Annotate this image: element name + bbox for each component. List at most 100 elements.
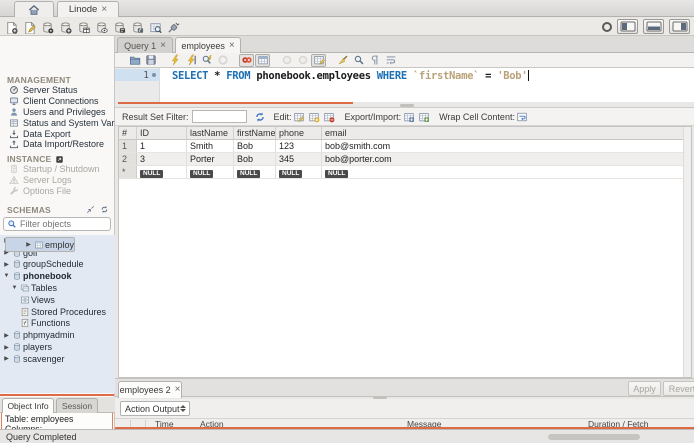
invisible-chars-button[interactable] <box>367 54 382 67</box>
tree-item-functions[interactable]: Functions <box>0 318 115 330</box>
wrap-cell-content-icon[interactable] <box>515 110 530 124</box>
table-row[interactable]: 2 3 Porter Bob 345 bob@porter.com <box>119 153 691 166</box>
grid-cell[interactable]: 3 <box>137 153 187 165</box>
create-table-button[interactable] <box>76 20 91 34</box>
grid-cell[interactable]: 123 <box>276 140 322 152</box>
open-file-button[interactable] <box>127 54 142 67</box>
chevron-collapsed-icon[interactable]: ▶ <box>2 332 11 339</box>
grid-column-header-ID[interactable]: ID <box>137 127 187 139</box>
chevron-collapsed-icon[interactable]: ▶ <box>2 344 11 351</box>
selector-spinner-icon[interactable] <box>178 403 187 414</box>
import-records-button[interactable] <box>416 110 431 124</box>
grid-cell[interactable]: Smith <box>187 140 234 152</box>
chevron-collapsed-icon[interactable]: ▶ <box>2 355 11 362</box>
revert-button[interactable]: Revert <box>663 381 694 396</box>
edit-cell-button[interactable] <box>292 110 307 124</box>
apply-button[interactable]: Apply <box>628 381 661 396</box>
tree-item-phonebook[interactable]: ▼ phonebook <box>0 270 115 282</box>
grid-column-header-phone[interactable]: phone <box>276 127 322 139</box>
grid-cell[interactable]: Bob <box>234 153 276 165</box>
grid-cell[interactable]: 345 <box>276 153 322 165</box>
sql-code-editor[interactable]: 1 SELECT * FROM phonebook.employees WHER… <box>115 67 694 103</box>
toggle-autocommit-button[interactable] <box>311 53 326 67</box>
export-recordset-button[interactable] <box>401 110 416 124</box>
sidebar-item-status-and-system-variables[interactable]: Status and System Variables <box>0 117 115 128</box>
tree-item-views[interactable]: Views <box>0 294 115 306</box>
beautify-button[interactable] <box>335 54 350 67</box>
grid-cell[interactable]: NULL <box>322 166 691 178</box>
stop-button[interactable] <box>215 54 230 67</box>
refresh-schemas-icon[interactable] <box>100 205 109 214</box>
grid-column-header-firstName[interactable]: firstName <box>234 127 276 139</box>
new-query-tab-button[interactable] <box>4 20 19 34</box>
sidebar-item-client-connections[interactable]: Client Connections <box>0 96 115 107</box>
home-tab[interactable] <box>14 1 54 17</box>
rollback-button[interactable] <box>295 54 310 67</box>
grid-cell[interactable]: bob@smith.com <box>322 140 691 152</box>
result-grid-scrollbar[interactable] <box>683 127 691 377</box>
grid-column-header-email[interactable]: email <box>322 127 691 139</box>
delete-row-button[interactable] <box>322 110 337 124</box>
schema-filter-input[interactable] <box>20 219 105 229</box>
sidebar-item-server-logs[interactable]: Server Logs <box>0 175 115 186</box>
grid-cell[interactable]: 1 <box>137 140 187 152</box>
toggle-stop-on-error-button[interactable] <box>239 53 254 67</box>
commit-button[interactable] <box>279 54 294 67</box>
grid-cell[interactable]: Bob <box>234 140 276 152</box>
grid-cell[interactable]: NULL <box>276 166 322 178</box>
reconnect-dbms-button[interactable] <box>166 20 181 34</box>
sidebar-item-options-file[interactable]: Options File <box>0 186 115 197</box>
sidebar-item-server-status[interactable]: Server Status <box>0 85 115 96</box>
tab-query-1[interactable]: Query 1 × <box>117 37 173 53</box>
execute-current-button[interactable] <box>183 54 198 67</box>
tab-employees-2-result[interactable]: employees 2 × <box>118 381 182 398</box>
schema-filter[interactable] <box>3 217 111 231</box>
grid-cell[interactable]: bob@porter.com <box>322 153 691 165</box>
result-grid[interactable]: # ID lastName firstName phone email 1 1 Smith Bo… <box>118 126 692 378</box>
close-icon[interactable]: × <box>101 4 107 15</box>
tree-item-tables[interactable]: ▼ Tables <box>0 282 115 294</box>
create-schema-button[interactable] <box>58 20 73 34</box>
tab-session[interactable]: Session <box>56 398 98 413</box>
wrap-text-button[interactable] <box>383 54 398 67</box>
toggle-right-panel-button[interactable] <box>669 19 690 34</box>
expand-schemas-icon[interactable] <box>86 205 95 214</box>
tree-item-stored-procedures[interactable]: Stored Procedures <box>0 306 115 318</box>
close-icon[interactable]: × <box>175 385 181 395</box>
insert-row-button[interactable] <box>307 110 322 124</box>
refresh-icon[interactable] <box>253 110 268 124</box>
open-sql-script-button[interactable] <box>22 20 37 34</box>
sidebar-item-data-export[interactable]: Data Export <box>0 128 115 139</box>
chevron-expanded-icon[interactable]: ▼ <box>2 273 11 279</box>
table-row[interactable]: 1 1 Smith Bob 123 bob@smith.com <box>119 140 691 153</box>
sidebar-item-data-import-restore[interactable]: Data Import/Restore <box>0 139 115 150</box>
create-function-button[interactable] <box>130 20 145 34</box>
tab-employees[interactable]: employees × <box>175 37 241 53</box>
create-procedure-button[interactable] <box>112 20 127 34</box>
grid-column-header-lastName[interactable]: lastName <box>187 127 234 139</box>
chevron-expanded-icon[interactable]: ▼ <box>10 285 19 291</box>
tree-item-phpmyadmin[interactable]: ▶ phpmyadmin <box>0 329 115 341</box>
schema-inspector-button[interactable] <box>40 20 55 34</box>
find-button[interactable] <box>351 54 366 67</box>
search-table-data-button[interactable] <box>148 20 163 34</box>
grid-cell[interactable]: NULL <box>137 166 187 178</box>
sidebar-item-startup-shutdown[interactable]: Startup / Shutdown <box>0 164 115 175</box>
sidebar-item-users-and-privileges[interactable]: Users and Privileges <box>0 107 115 118</box>
save-script-button[interactable] <box>143 54 158 67</box>
toggle-bottom-panel-button[interactable] <box>643 19 664 34</box>
close-icon[interactable]: × <box>160 40 166 51</box>
connection-tab-linode[interactable]: Linode × <box>57 1 119 17</box>
limit-rows-button[interactable] <box>255 53 270 67</box>
grid-cell[interactable]: NULL <box>234 166 276 178</box>
tree-item-players[interactable]: ▶ players <box>0 341 115 353</box>
result-filter-input[interactable] <box>191 110 247 123</box>
chevron-collapsed-icon[interactable]: ▶ <box>24 241 33 248</box>
grid-cell[interactable]: Porter <box>187 153 234 165</box>
tab-object-info[interactable]: Object Info <box>2 398 54 413</box>
create-view-button[interactable] <box>94 20 109 34</box>
output-selector[interactable]: Action Output <box>120 401 190 416</box>
execute-button[interactable] <box>167 54 182 67</box>
new-row-placeholder[interactable]: * NULL NULL NULL NULL NULL <box>119 166 691 179</box>
toggle-left-panel-button[interactable] <box>617 19 638 34</box>
